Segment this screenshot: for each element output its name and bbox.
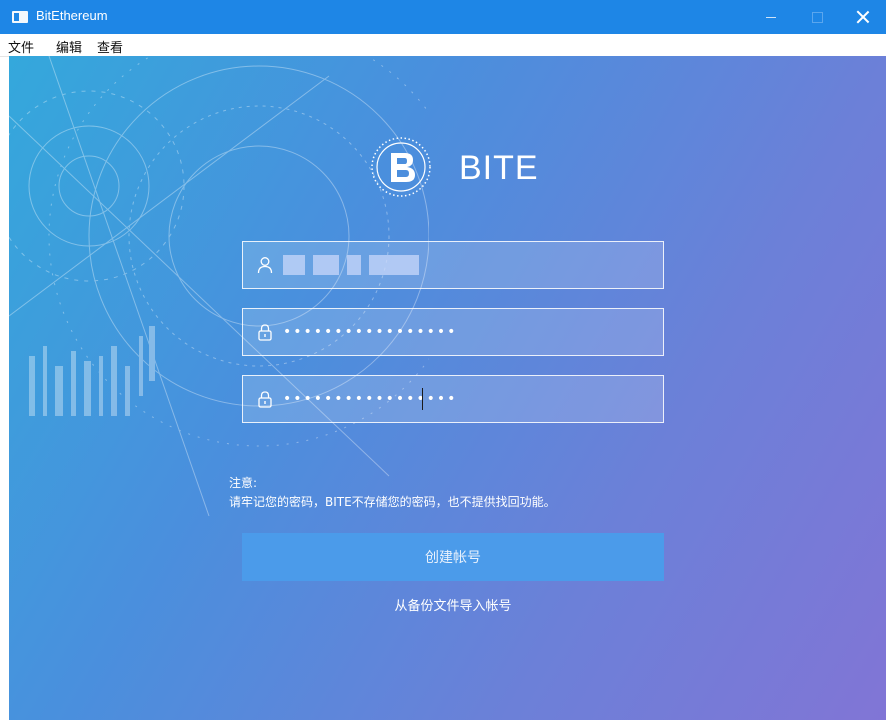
obscured-username bbox=[283, 255, 423, 275]
text-cursor bbox=[422, 388, 423, 410]
maximize-icon bbox=[811, 11, 823, 23]
minimize-button[interactable] bbox=[748, 0, 794, 34]
menu-item-edit[interactable]: 编辑 bbox=[56, 37, 82, 56]
notice-text: 请牢记您的密码，BITE不存储您的密码，也不提供找回功能。 bbox=[229, 495, 556, 509]
login-panel: BITE ••••••••••••••••• •••••••••••••••••… bbox=[9, 56, 886, 720]
app-window: BitEthereum 文件 编辑 查看 BITE ••••••••••••••… bbox=[0, 0, 886, 720]
app-icon bbox=[12, 11, 28, 23]
user-icon bbox=[257, 257, 273, 274]
import-backup-link[interactable]: 从备份文件导入帐号 bbox=[242, 595, 664, 614]
minimize-icon bbox=[766, 16, 776, 18]
close-icon bbox=[856, 10, 870, 24]
menu-bar: 文件 编辑 查看 bbox=[0, 34, 886, 57]
close-button[interactable] bbox=[840, 0, 886, 34]
username-field[interactable] bbox=[242, 241, 664, 289]
menu-item-file[interactable]: 文件 bbox=[8, 37, 34, 56]
confirm-password-field[interactable] bbox=[242, 375, 664, 423]
lock-icon bbox=[258, 324, 272, 341]
title-bar[interactable]: BitEthereum bbox=[0, 0, 886, 34]
create-account-button[interactable]: 创建帐号 bbox=[242, 533, 664, 581]
maximize-button[interactable] bbox=[794, 0, 840, 34]
window-title: BitEthereum bbox=[36, 8, 108, 23]
bite-logo-icon bbox=[371, 137, 431, 197]
lock-icon bbox=[258, 391, 272, 408]
logo-text: BITE bbox=[459, 149, 539, 187]
notice-title: 注意: bbox=[229, 476, 258, 490]
password-notice: 注意: 请牢记您的密码，BITE不存储您的密码，也不提供找回功能。 bbox=[229, 474, 556, 512]
bite-logo: BITE bbox=[369, 135, 569, 199]
password-input[interactable] bbox=[283, 309, 653, 355]
menu-item-view[interactable]: 查看 bbox=[97, 37, 123, 56]
confirm-password-input[interactable] bbox=[283, 376, 653, 422]
password-field[interactable] bbox=[242, 308, 664, 356]
